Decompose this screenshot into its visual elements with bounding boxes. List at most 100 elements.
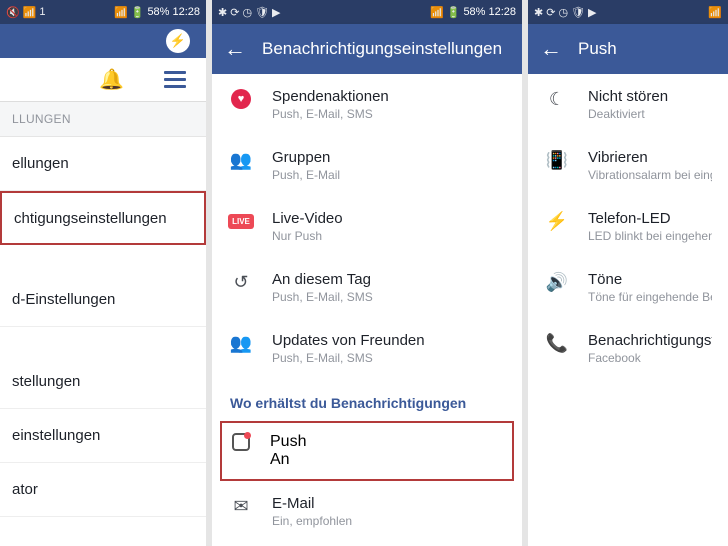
moon-icon: ☾	[546, 88, 568, 110]
row-title: Spendenaktionen	[272, 88, 506, 105]
row-title: Benachrichtigungston	[588, 332, 712, 349]
statusbar: ✱ ⟳ ◷ 🛡 ▶ 📶	[528, 0, 728, 24]
nav-label: einstellungen	[12, 427, 100, 444]
row-sub: Push, E-Mail, SMS	[272, 290, 506, 304]
row-sub: Nur Push	[272, 229, 506, 243]
row-sub: Deaktiviert	[588, 107, 712, 121]
row-sub: Vibrationsalarm bei eingehenden Benachri…	[588, 168, 712, 182]
nav-label: ellungen	[12, 155, 69, 172]
battery-icon: 🔋	[447, 6, 461, 19]
battery-text: 58%	[463, 6, 485, 18]
bolt-icon: ⚡	[546, 210, 568, 232]
hamburger-icon[interactable]	[164, 71, 186, 88]
nav-item[interactable]: ator	[0, 463, 206, 517]
clock-text: 12:28	[488, 6, 516, 18]
appbar-title: Push	[578, 39, 617, 59]
bell-icon[interactable]: 🔔	[99, 67, 124, 92]
nav-label: ator	[12, 481, 38, 498]
row-sub: Push, E-Mail, SMS	[272, 351, 506, 365]
signal-icon: 📶	[114, 6, 128, 19]
signal-icon: 📶	[708, 6, 722, 19]
sync-icon: ⟳	[546, 6, 555, 19]
settings-content: LLUNGEN ellungen chtigungseinstellungen …	[0, 102, 206, 546]
tab-bar: 🔔	[0, 58, 206, 102]
notification-content: ♥ SpendenaktionenPush, E-Mail, SMS 👥 Gru…	[212, 74, 522, 546]
shield-icon: 🛡	[571, 6, 585, 19]
vibrate-icon: 📳	[546, 149, 568, 171]
row-ringtone[interactable]: 📞 Benachrichtigungston Facebook	[528, 318, 728, 379]
row-title: An diesem Tag	[272, 271, 506, 288]
row-title: Push	[270, 433, 306, 451]
phone-settings-list: 🔇 📶 1 📶 🔋 58% 12:28 ⚡ 🔔 LLUNGEN ellungen…	[0, 0, 206, 546]
mute-icon: 🔇	[6, 6, 20, 19]
nav-item-notifications[interactable]: chtigungseinstellungen	[0, 191, 206, 245]
app-icon: ✱	[534, 6, 543, 19]
row-title: Nicht stören	[588, 88, 712, 105]
statusbar: ✱ ⟳ ◷ 🛡 ▶ 📶 🔋 58% 12:28	[212, 0, 522, 24]
row-live[interactable]: LIVE Live-VideoNur Push	[212, 196, 522, 257]
app-icon: ✱	[218, 6, 227, 19]
row-sub: Ein, empfohlen	[272, 514, 506, 528]
appbar: ← Benachrichtigungseinstellungen	[212, 24, 522, 74]
battery-icon: 🔋	[131, 6, 145, 19]
back-icon[interactable]: ←	[224, 36, 246, 62]
appbar-title: Benachrichtigungseinstellungen	[262, 39, 502, 59]
row-title: Telefon-LED	[588, 210, 712, 227]
section-header: LLUNGEN	[0, 102, 206, 137]
push-icon	[232, 433, 250, 451]
play-icon: ▶	[272, 6, 280, 19]
clock-text: 12:28	[172, 6, 200, 18]
signal-icon: 📶	[430, 6, 444, 19]
row-sub: Facebook	[588, 351, 712, 365]
row-title: Vibrieren	[588, 149, 712, 166]
nav-label: stellungen	[12, 373, 80, 390]
row-sub: Töne für eingehende Benachrichtigungen a…	[588, 290, 712, 304]
clock-icon: ↺	[230, 271, 252, 293]
row-onthisday[interactable]: ↺ An diesem Tag Push, E-Mail, SMS	[212, 257, 522, 318]
back-icon[interactable]: ←	[540, 36, 562, 62]
row-dnd[interactable]: ☾ Nicht stören Deaktiviert	[528, 74, 728, 135]
row-sub: LED blinkt bei eingehenden Benachrichtig…	[588, 229, 712, 243]
messenger-icon[interactable]: ⚡	[166, 29, 190, 53]
phone-notification-settings: ✱ ⟳ ◷ 🛡 ▶ 📶 🔋 58% 12:28 ← Benachrichtigu…	[212, 0, 522, 546]
nav-item[interactable]: stellungen	[0, 355, 206, 409]
row-sms[interactable]: 💬 SMSKeine • Füge eine Handynummer hinzu	[212, 542, 522, 546]
row-title: Töne	[588, 271, 712, 288]
nav-item[interactable]: einstellungen	[0, 409, 206, 463]
subheader: Wo erhältst du Benachrichtigungen	[212, 379, 522, 421]
battery-text: 58%	[147, 6, 169, 18]
row-led[interactable]: ⚡ Telefon-LED LED blinkt bei eingehenden …	[528, 196, 728, 257]
phone-icon: 📞	[546, 332, 568, 354]
sound-icon: 🔊	[546, 271, 568, 293]
sim-badge: 1	[39, 6, 45, 18]
phone-push-settings: ✱ ⟳ ◷ 🛡 ▶ 📶 ← Push ☾ Nicht stören Deaktiv…	[528, 0, 728, 546]
wifi-icon: 📶	[23, 6, 37, 19]
nav-item[interactable]: ellungen	[0, 137, 206, 191]
row-title: Updates von Freunden	[272, 332, 506, 349]
row-fundraisers[interactable]: ♥ SpendenaktionenPush, E-Mail, SMS	[212, 74, 522, 135]
row-title: Gruppen	[272, 149, 506, 166]
row-sub: Push, E-Mail, SMS	[272, 107, 506, 121]
clock-icon: ◷	[558, 6, 568, 19]
appbar: ← Push	[528, 24, 728, 74]
group-icon: 👥	[230, 149, 252, 171]
nav-item[interactable]: d-Einstellungen	[0, 273, 206, 327]
row-sub: Push, E-Mail	[272, 168, 506, 182]
row-email[interactable]: ✉ E-Mail Ein, empfohlen	[212, 481, 522, 542]
row-friendupdates[interactable]: 👥 Updates von Freunden Push, E-Mail, SMS	[212, 318, 522, 379]
row-vibrate[interactable]: 📳 Vibrieren Vibrationsalarm bei eingehend…	[528, 135, 728, 196]
row-push[interactable]: PushAn	[220, 421, 514, 481]
nav-label: d-Einstellungen	[12, 291, 115, 308]
push-content: ☾ Nicht stören Deaktiviert 📳 Vibrieren Vib…	[528, 74, 728, 546]
row-groups[interactable]: 👥 Gruppen Push, E-Mail	[212, 135, 522, 196]
sync-icon: ⟳	[230, 6, 239, 19]
statusbar: 🔇 📶 1 📶 🔋 58% 12:28	[0, 0, 206, 24]
row-sounds[interactable]: 🔊 Töne Töne für eingehende Benachrichtigu…	[528, 257, 728, 318]
mail-icon: ✉	[230, 495, 252, 517]
row-title: Live-Video	[272, 210, 506, 227]
messenger-bar: ⚡	[0, 24, 206, 58]
play-icon: ▶	[588, 6, 596, 19]
row-title: E-Mail	[272, 495, 506, 512]
row-sub: An	[270, 451, 306, 469]
friends-icon: 👥	[230, 332, 252, 354]
